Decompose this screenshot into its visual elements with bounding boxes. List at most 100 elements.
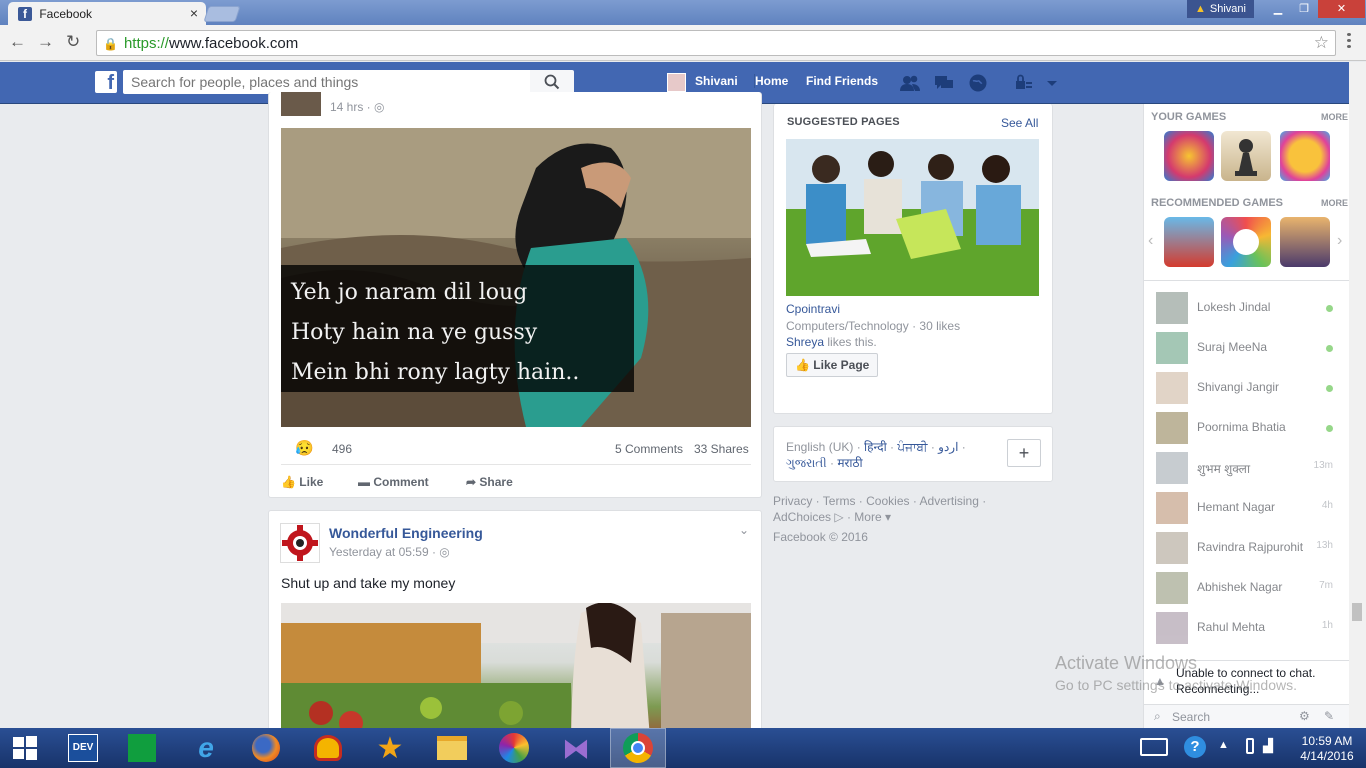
scrollbar-thumb[interactable] [1352,603,1362,621]
footer-link[interactable]: Privacy [773,494,812,508]
keyboard-icon[interactable] [1140,738,1168,756]
contact-item[interactable]: Shivangi Jangir [1144,369,1350,409]
taskbar-vs-app[interactable]: ⧓ [548,728,604,768]
online-dot-icon [1326,345,1333,352]
page-name-link[interactable]: Wonderful Engineering [329,525,483,541]
chevron-up-icon[interactable]: ▲ [1218,739,1229,751]
tab-facebook[interactable]: f Facebook × [8,2,206,25]
reload-icon[interactable]: ↻ [66,32,80,52]
chevron-right-icon[interactable]: › [1337,232,1342,250]
post-options-chevron-icon[interactable]: ⌄ [739,523,749,537]
suggested-page-name[interactable]: Cpointravi [786,302,840,316]
trivia-game-icon[interactable] [1221,217,1271,267]
footer-link[interactable]: Cookies [866,494,909,508]
page-avatar[interactable] [280,523,320,563]
recommended-more-link[interactable]: MORE [1321,198,1348,208]
new-tab-button[interactable] [203,6,241,22]
comment-count[interactable]: 5 Comments [615,442,683,456]
url-input[interactable]: 🔒 https://www.facebook.com ☆ [96,30,1336,56]
friend-name-link[interactable]: Shreya [786,335,824,349]
reaction-count[interactable]: 496 [332,442,352,456]
suggested-page-image[interactable] [786,139,1039,296]
browser-profile-button[interactable]: ▲ Shivani [1187,0,1254,18]
browser-menu-icon[interactable] [1342,33,1356,51]
language-link[interactable]: ગુજરાતી [786,456,827,470]
share-button[interactable]: ➦ Share [466,475,513,489]
like-button[interactable]: 👍 Like [281,475,323,489]
find-friends-link[interactable]: Find Friends [806,74,878,88]
language-link[interactable]: ਪੰਜਾਬੀ [897,440,927,454]
contact-item[interactable]: शुभम शुक्ला 13m [1144,449,1350,489]
taskbar-dev-app[interactable]: DEV [55,728,111,768]
notifications-globe-icon[interactable] [967,72,989,94]
chat-search-input[interactable]: ⌕ Search ⚙ ✎ [1144,704,1350,728]
post-timestamp[interactable]: Yesterday at 05:59 · ◎ [329,545,450,559]
post-timestamp[interactable]: 14 hrs · ◎ [330,100,385,114]
contact-item[interactable]: Poornima Bhatia [1144,409,1350,449]
angry-birds-game-icon[interactable] [1164,217,1214,267]
contact-item[interactable]: Hemant Nagar 4h [1144,489,1350,529]
url-scheme: https:// [123,35,169,52]
contact-item[interactable]: Abhishek Nagar 7m [1144,569,1350,609]
help-icon[interactable]: ? [1184,736,1206,758]
profile-link[interactable]: Shivani [695,74,738,88]
taskbar-store-app[interactable] [114,728,170,768]
footer-link[interactable]: Terms [823,494,856,508]
footer-link[interactable]: Advertising [920,494,979,508]
gear-icon[interactable]: ⚙ [1299,709,1310,723]
taskbar-picasa-app[interactable] [486,728,542,768]
chevron-left-icon[interactable]: ‹ [1148,232,1153,250]
maximize-button[interactable]: ❐ [1290,0,1318,18]
language-link[interactable]: मराठी [837,456,862,470]
home-link[interactable]: Home [754,74,788,88]
taskbar-clock[interactable]: 10:59 AM 4/14/2016 [1292,734,1362,764]
like-page-button[interactable]: 👍 Like Page [786,353,879,377]
bookmark-star-icon[interactable]: ☆ [1314,33,1329,53]
taskbar-firefox-app[interactable] [238,728,294,768]
battery-icon[interactable] [1246,738,1254,754]
contact-item[interactable]: Lokesh Jindal [1144,289,1350,329]
add-language-button[interactable]: + [1007,439,1041,467]
minimize-button[interactable]: ▁ [1264,0,1292,18]
friend-requests-icon[interactable] [899,72,921,94]
adventure-game-icon[interactable] [1280,217,1330,267]
search-input[interactable] [123,70,530,94]
footer-link[interactable]: More [854,510,881,524]
signal-icon[interactable]: ▟ [1263,738,1273,754]
close-window-button[interactable]: ✕ [1318,0,1365,18]
sad-reaction-icon[interactable]: 😥 [295,439,314,457]
messages-icon[interactable] [933,72,955,94]
pet-rescue-game-icon[interactable] [1280,131,1330,181]
start-button[interactable] [0,728,50,768]
post-image[interactable]: Yeh jo naram dil loug Hoty hain na ye gu… [281,128,751,427]
contact-item[interactable]: Ravindra Rajpurohit 13h [1144,529,1350,569]
forward-icon[interactable]: → [37,32,54,52]
taskbar-explorer-app[interactable] [424,728,480,768]
contact-item[interactable]: Rahul Mehta 1h [1144,609,1350,649]
compose-icon[interactable]: ✎ [1324,709,1334,723]
see-all-link[interactable]: See All [1001,116,1038,130]
taskbar-audio-app[interactable] [300,728,356,768]
share-count[interactable]: 33 Shares [694,442,749,456]
close-tab-icon[interactable]: × [190,5,198,21]
candy-game-icon[interactable] [1164,131,1214,181]
post-author-avatar[interactable] [281,92,321,116]
taskbar-star-app[interactable]: ★ [362,728,418,768]
headphones-icon [314,735,342,761]
taskbar-chrome-app[interactable] [610,728,666,768]
language-link[interactable]: اردو [938,440,958,454]
footer-link[interactable]: AdChoices [773,510,831,524]
privacy-shortcuts-icon[interactable] [1013,72,1035,94]
contact-item[interactable]: Suraj MeeNa [1144,329,1350,369]
games-more-link[interactable]: MORE [1321,112,1348,122]
back-icon[interactable]: ← [9,32,26,52]
avatar[interactable] [667,73,686,92]
search-button[interactable] [530,70,574,94]
taskbar-ie-app[interactable]: e [178,728,234,768]
chess-game-icon[interactable] [1221,131,1271,181]
account-menu-chevron-icon[interactable] [1041,72,1063,94]
page-scrollbar[interactable] [1349,62,1366,728]
language-link[interactable]: हिन्दी [864,440,887,454]
comment-button[interactable]: ▬ Comment [358,475,429,489]
facebook-logo-icon[interactable]: f [95,71,117,94]
